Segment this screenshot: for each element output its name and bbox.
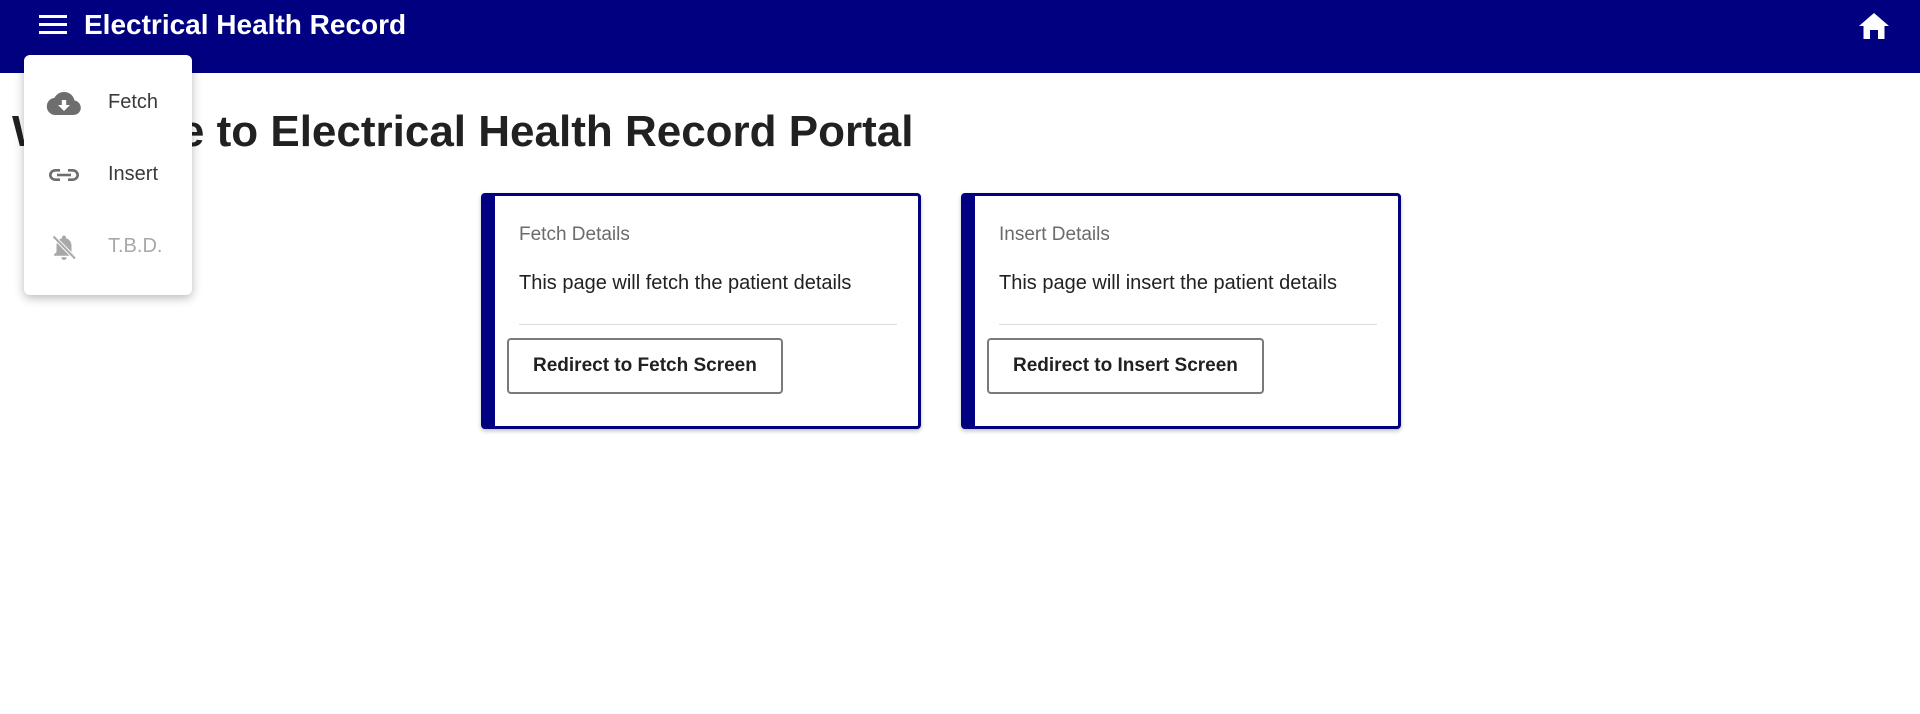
insert-details-card: Insert Details This page will insert the… <box>961 193 1401 429</box>
cloud-download-icon <box>46 89 82 117</box>
menu-icon <box>36 10 72 40</box>
menu-button[interactable] <box>36 10 72 40</box>
redirect-to-insert-button[interactable]: Redirect to Insert Screen <box>987 338 1264 394</box>
top-app-bar: Electrical Health Record <box>0 0 1920 73</box>
menu-item-label: Insert <box>108 163 159 185</box>
app-title: Electrical Health Record <box>84 9 407 40</box>
card-divider <box>519 324 897 325</box>
menu-item-insert[interactable]: Insert <box>24 139 192 211</box>
nav-dropdown-menu: Fetch Insert T.B.D. <box>24 55 192 295</box>
home-icon <box>1856 13 1892 46</box>
card-title: Insert Details <box>999 224 1110 245</box>
card-description: This page will fetch the patient details <box>519 272 852 294</box>
menu-item-tbd: T.B.D. <box>24 211 192 283</box>
card-divider <box>999 324 1377 325</box>
card-description: This page will insert the patient detail… <box>999 272 1337 294</box>
menu-item-label: Fetch <box>108 91 159 113</box>
menu-item-label: T.B.D. <box>108 235 163 257</box>
redirect-to-fetch-button[interactable]: Redirect to Fetch Screen <box>507 338 783 394</box>
fetch-details-card: Fetch Details This page will fetch the p… <box>481 193 921 429</box>
menu-item-fetch[interactable]: Fetch <box>24 67 192 139</box>
link-icon <box>46 161 82 189</box>
home-button[interactable] <box>1856 10 1892 42</box>
notifications-off-icon <box>46 233 82 261</box>
card-title: Fetch Details <box>519 224 630 245</box>
